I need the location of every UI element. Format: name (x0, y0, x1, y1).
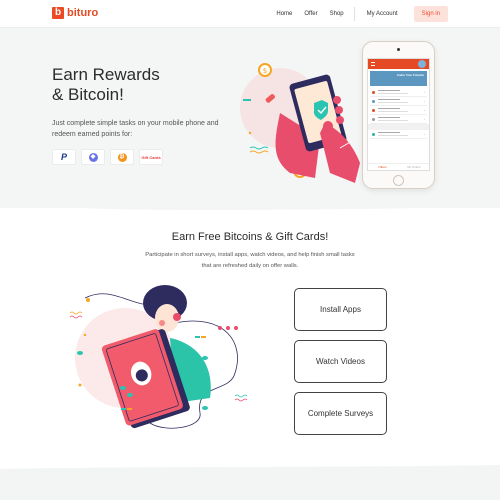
section-subtitle: Participate in short surveys, install ap… (145, 252, 355, 269)
payment-methods: P ◆ ₿ Gift Cards (52, 149, 163, 165)
payment-ethereum[interactable]: ◆ (81, 149, 105, 165)
app-tab-offers: Offers (378, 165, 387, 169)
app-list-item: › (370, 88, 427, 97)
invite-friends-text: Invite Your Friends (397, 73, 424, 77)
payment-gift-cards[interactable]: Gift Cards (139, 149, 163, 165)
nav-shop[interactable]: Shop (324, 6, 350, 22)
sign-in-button[interactable]: Sign in (413, 6, 448, 22)
app-list-item: › (370, 97, 427, 106)
phone-screen: Invite Your Friends › › › › › Offers My … (367, 58, 430, 171)
logo-text: bituro (67, 7, 99, 19)
bitcoin-icon: ₿ (117, 152, 127, 162)
payment-bitcoin[interactable]: ₿ (110, 149, 134, 165)
app-list-item: › (370, 130, 427, 139)
app-list-item: › (370, 115, 427, 124)
payment-paypal[interactable]: P (52, 149, 76, 165)
nav-offer[interactable]: Offer (298, 6, 323, 22)
hero-title-line2: & Bitcoin! (52, 85, 124, 104)
hero-wave-divider (0, 200, 500, 210)
nav-divider (353, 7, 355, 21)
app-header-bar (368, 59, 429, 69)
section-title: Earn Free Bitcoins & Gift Cards! (171, 231, 329, 243)
footer-band (0, 469, 500, 500)
nav-home[interactable]: Home (270, 6, 298, 22)
hero-hands-phone-illustration: $ $ (240, 63, 365, 183)
logo-icon: b (52, 7, 64, 19)
menu-icon (371, 62, 375, 66)
phone-home-button (393, 175, 404, 186)
install-apps-button[interactable]: Install Apps (294, 288, 387, 331)
app-list-item: › (370, 106, 427, 115)
app-tab-bar: Offers My Points (368, 163, 429, 170)
ethereum-icon: ◆ (88, 152, 98, 162)
gift-cards-icon: Gift Cards (141, 154, 161, 160)
complete-surveys-button[interactable]: Complete Surveys (294, 392, 387, 435)
phone-camera (397, 48, 400, 51)
app-tab-points: My Points (407, 165, 421, 169)
site-header: b bituro Home Offer Shop My Account Sign… (0, 0, 500, 28)
person-with-book-illustration (69, 285, 248, 429)
hero-subtitle: Just complete simple tasks on your mobil… (52, 120, 219, 138)
main-nav: Home Offer Shop My Account Sign in (270, 6, 448, 22)
avatar-icon (418, 60, 426, 68)
watch-videos-button[interactable]: Watch Videos (294, 340, 387, 383)
hero-title: Earn Rewards & Bitcoin! (52, 65, 160, 105)
nav-my-account[interactable]: My Account (361, 6, 404, 22)
paypal-icon: P (60, 152, 67, 162)
hero-title-line1: Earn Rewards (52, 65, 160, 84)
svg-text:$: $ (263, 67, 267, 75)
phone-mockup: Invite Your Friends › › › › › Offers My … (362, 41, 435, 189)
invite-friends-banner: Invite Your Friends (370, 71, 427, 86)
logo[interactable]: b bituro (52, 7, 98, 19)
